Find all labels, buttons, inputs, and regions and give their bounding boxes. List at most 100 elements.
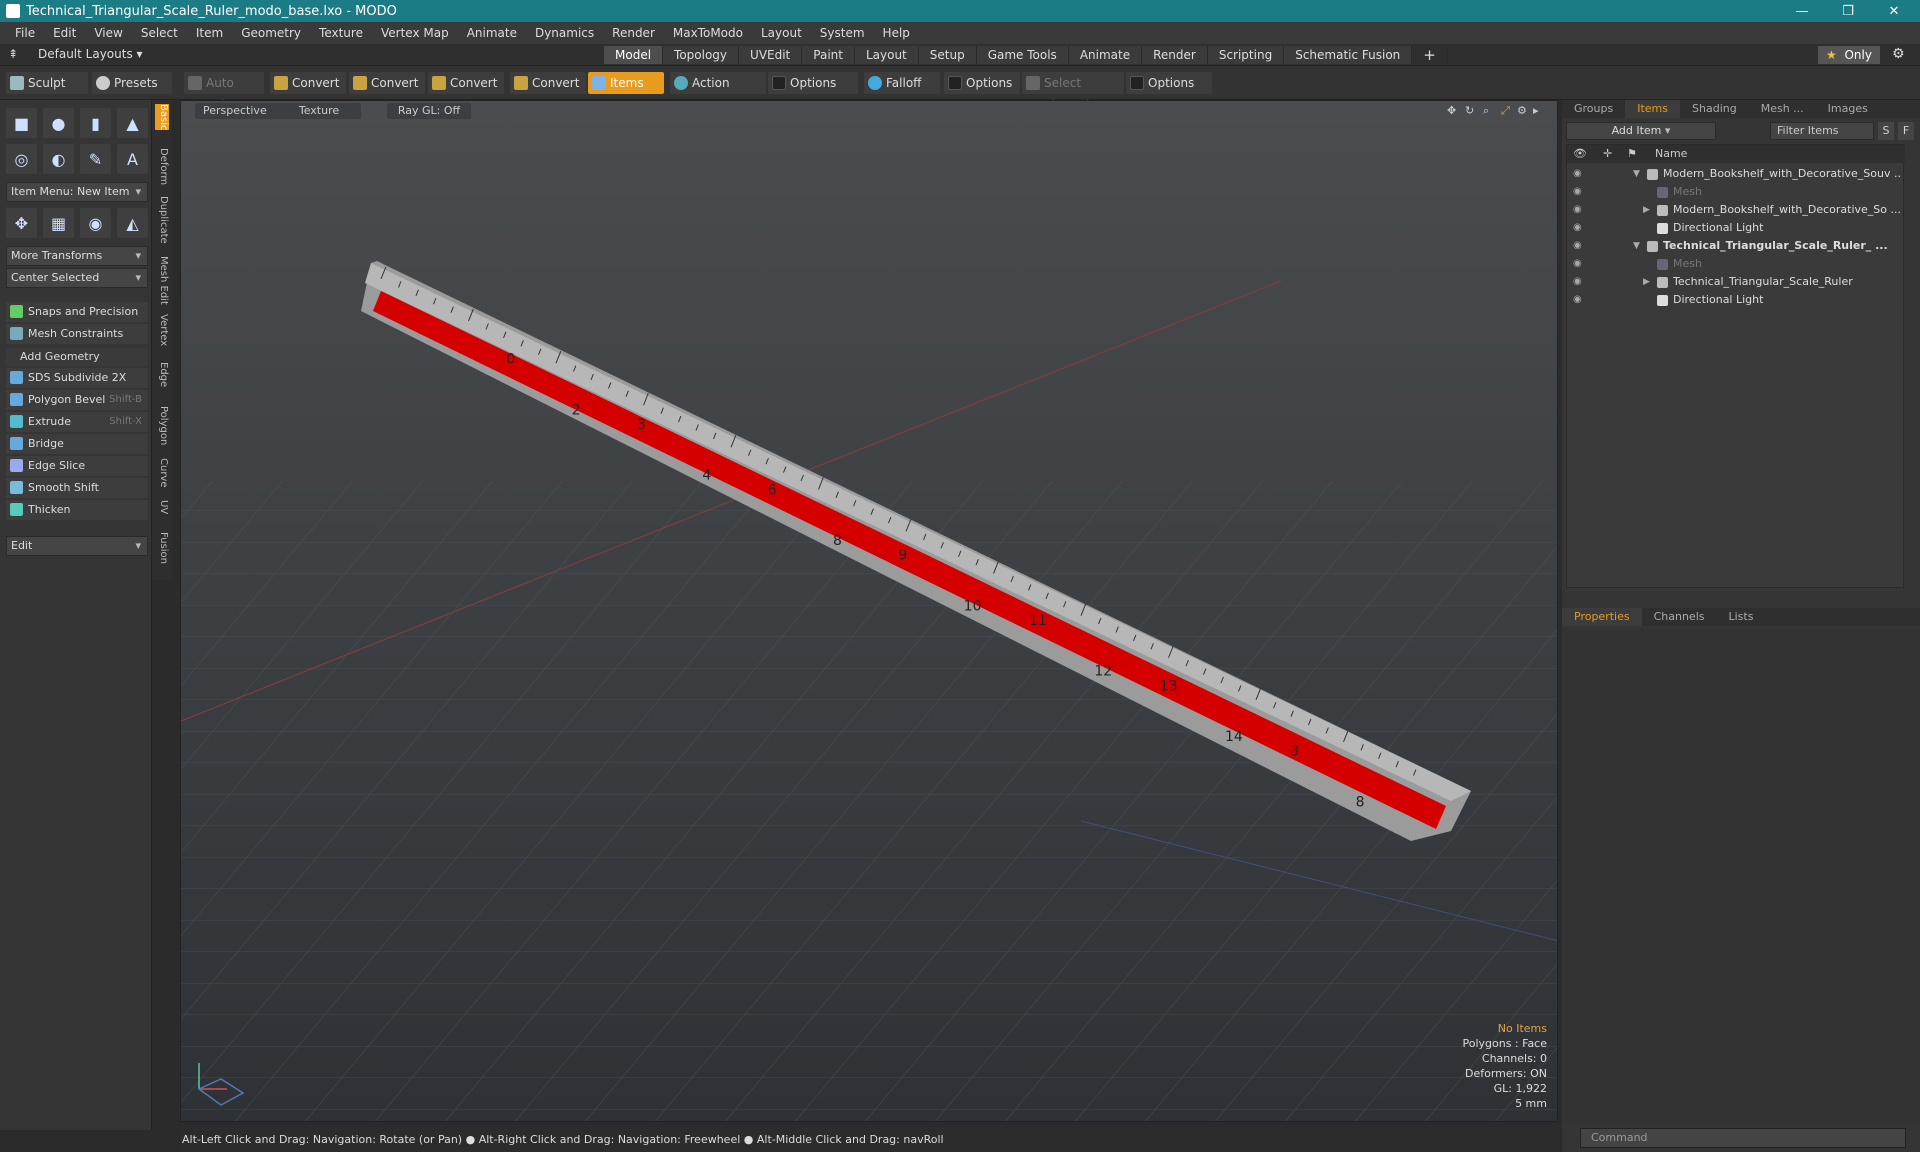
convert-items-button[interactable]: Convert — [510, 72, 586, 94]
auto-select-button[interactable]: Auto Select — [184, 72, 264, 112]
tab-model[interactable]: Model — [604, 46, 664, 64]
expand-arrow-icon[interactable]: ▶ — [1643, 273, 1650, 291]
item-menu-dropdown[interactable]: Item Menu: New Item — [6, 182, 148, 202]
edit-dropdown[interactable]: Edit — [6, 536, 148, 556]
raygl-button[interactable]: Ray GL: Off — [387, 103, 471, 119]
menu-dynamics[interactable]: Dynamics — [526, 26, 603, 40]
tab-uvedit[interactable]: UVEdit — [739, 46, 803, 64]
filter-items-input[interactable]: Filter Items — [1770, 122, 1874, 140]
visibility-eye-icon[interactable]: ◉ — [1573, 273, 1582, 291]
side-tab-edge[interactable]: Edge — [155, 362, 169, 387]
item-row[interactable]: ◉ ▼ Modern_Bookshelf_with_Decorative_Souv … — [1567, 165, 1905, 183]
panel-tab-shading[interactable]: Shading — [1680, 100, 1749, 118]
menu-layout[interactable]: Layout — [752, 26, 811, 40]
falloff-options-button[interactable]: Options — [944, 72, 1020, 94]
visibility-eye-icon[interactable]: ◉ — [1573, 291, 1582, 309]
visibility-eye-icon[interactable]: ◉ — [1573, 183, 1582, 201]
visibility-eye-icon[interactable]: ◉ — [1573, 237, 1582, 255]
item-row[interactable]: ◉ ▶ Modern_Bookshelf_with_Decorative_So ..… — [1567, 201, 1905, 219]
snaps-precision-button[interactable]: Snaps and Precision — [6, 302, 148, 322]
tab-render[interactable]: Render — [1142, 46, 1208, 64]
transform-icon[interactable]: ✥ — [6, 208, 37, 238]
tab-animate[interactable]: Animate — [1068, 46, 1143, 64]
only-button[interactable]: ★ Only — [1818, 46, 1880, 64]
gear-icon[interactable]: ⚙ — [1892, 46, 1905, 62]
panel-tab-properties[interactable]: Properties — [1562, 608, 1642, 626]
tool-thicken[interactable]: Thicken — [6, 500, 148, 520]
panel-tab-groups[interactable]: Groups — [1562, 100, 1625, 118]
select-through-button[interactable]: Select Through — [1022, 72, 1124, 112]
menu-texture[interactable]: Texture — [310, 26, 372, 40]
expand-arrow-icon[interactable]: ▶ — [1643, 201, 1650, 219]
3d-viewport[interactable]: 0 2 3 4 6 8 9 10 11 12 13 14 3 8 Perspective Texture … — [180, 100, 1558, 1122]
text-icon[interactable]: A — [117, 144, 148, 174]
item-row[interactable]: ◉ Mesh — [1567, 183, 1905, 201]
sculpt-button[interactable]: Sculpt — [6, 72, 88, 94]
add-geometry-header[interactable]: Add Geometry — [6, 348, 148, 366]
side-tab-uv[interactable]: UV — [155, 500, 169, 514]
texture-button[interactable]: Texture — [277, 103, 361, 119]
tab-topology[interactable]: Topology — [663, 46, 740, 64]
menu-edit[interactable]: Edit — [44, 26, 85, 40]
tab-scripting[interactable]: Scripting — [1207, 46, 1285, 64]
visibility-eye-icon[interactable]: ◉ — [1573, 201, 1582, 219]
capsule-icon[interactable]: ◐ — [43, 144, 74, 174]
tab-setup[interactable]: Setup — [918, 46, 977, 64]
cube-icon[interactable]: ■ — [6, 108, 37, 138]
name-column-header[interactable]: Name — [1655, 145, 1687, 163]
menu-file[interactable]: File — [6, 26, 44, 40]
center-selected-dropdown[interactable]: Center Selected — [6, 268, 148, 288]
action-center-button[interactable]: Action Center — [670, 72, 766, 112]
panel-tab-mesh-[interactable]: Mesh ... — [1749, 100, 1816, 118]
collapse-arrow-icon[interactable]: ▼ — [1633, 237, 1640, 255]
item-row[interactable]: ◉ Mesh — [1567, 255, 1905, 273]
menu-maxtomodo[interactable]: MaxToModo — [664, 26, 752, 40]
f-button[interactable]: F — [1898, 122, 1914, 140]
tool-sds-subdivide-2x[interactable]: SDS Subdivide 2X — [6, 368, 148, 388]
minimize-button[interactable]: — — [1780, 0, 1824, 22]
add-tab-button[interactable]: + — [1412, 46, 1448, 64]
select-options-button[interactable]: Options — [1126, 72, 1212, 94]
cylinder-icon[interactable]: ▮ — [80, 108, 111, 138]
falloff-button[interactable]: Falloff — [864, 72, 940, 94]
item-row[interactable]: ◉ Directional Light — [1567, 219, 1905, 237]
item-row[interactable]: ◉ ▼ Technical_Triangular_Scale_Ruler_ ... — [1567, 237, 1905, 255]
side-tab-vertex[interactable]: Vertex — [155, 314, 169, 346]
perspective-button[interactable]: Perspective — [195, 103, 281, 119]
close-button[interactable]: ✕ — [1872, 0, 1916, 22]
viewport-menu-icon[interactable]: ▸ — [1525, 103, 1547, 119]
command-input[interactable]: Command — [1580, 1128, 1906, 1148]
menu-render[interactable]: Render — [603, 26, 664, 40]
convert-polygons-button[interactable]: Convert — [428, 72, 504, 94]
menu-view[interactable]: View — [85, 26, 131, 40]
tool-polygon-bevel[interactable]: Polygon Bevel Shift-B — [6, 390, 148, 410]
panel-tab-lists[interactable]: Lists — [1717, 608, 1766, 626]
mesh-constraints-button[interactable]: Mesh Constraints — [6, 324, 148, 344]
more-transforms-dropdown[interactable]: More Transforms — [6, 246, 148, 266]
tool-edge-slice[interactable]: Edge Slice — [6, 456, 148, 476]
panel-tab-images[interactable]: Images — [1816, 100, 1880, 118]
menu-geometry[interactable]: Geometry — [232, 26, 310, 40]
globe-icon[interactable]: ◉ — [80, 208, 111, 238]
cone-icon[interactable]: ▲ — [117, 108, 148, 138]
side-tab-deform[interactable]: Deform — [155, 148, 169, 185]
pen-icon[interactable]: ✎ — [80, 144, 111, 174]
grid-icon[interactable]: ▦ — [43, 208, 74, 238]
sphere-icon[interactable]: ● — [43, 108, 74, 138]
side-tab-fusion[interactable]: Fusion — [155, 532, 169, 564]
menu-animate[interactable]: Animate — [458, 26, 526, 40]
side-tab-basic[interactable]: Basic — [155, 104, 169, 131]
tool-extrude[interactable]: Extrude Shift-X — [6, 412, 148, 432]
visibility-eye-icon[interactable]: ◉ — [1573, 165, 1582, 183]
tab-game-tools[interactable]: Game Tools — [976, 46, 1069, 64]
pyramid-icon[interactable]: ◭ — [117, 208, 148, 238]
visibility-eye-icon[interactable]: ◉ — [1573, 219, 1582, 237]
s-button[interactable]: S — [1878, 122, 1894, 140]
tool-smooth-shift[interactable]: Smooth Shift — [6, 478, 148, 498]
side-tab-curve[interactable]: Curve — [155, 458, 169, 488]
visibility-eye-icon[interactable]: ◉ — [1573, 255, 1582, 273]
items-mode-button[interactable]: Items — [588, 72, 664, 94]
torus-icon[interactable]: ◎ — [6, 144, 37, 174]
add-item-dropdown[interactable]: Add Item ▾ — [1566, 122, 1716, 140]
tab-paint[interactable]: Paint — [802, 46, 855, 64]
